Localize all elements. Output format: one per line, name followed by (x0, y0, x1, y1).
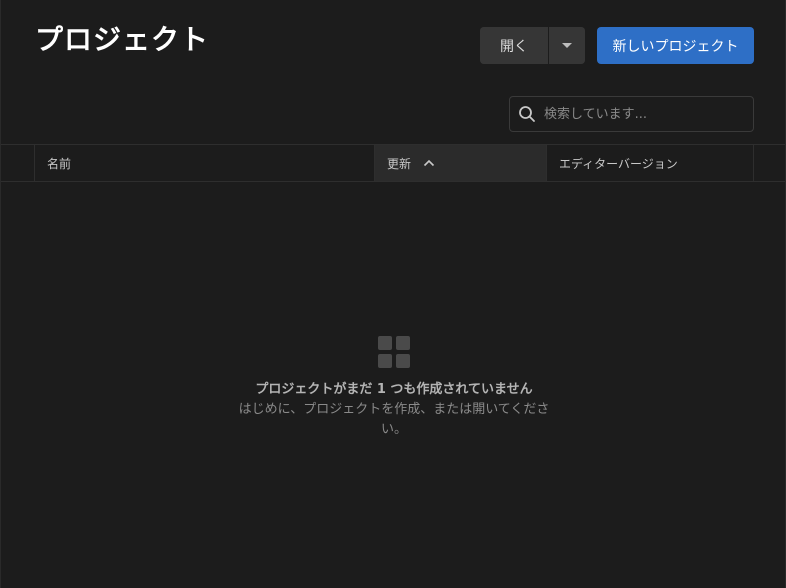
column-header-select[interactable] (1, 145, 35, 181)
column-header-updated[interactable]: 更新 (375, 145, 546, 181)
open-button-group: 開く (480, 27, 585, 64)
search-icon (510, 97, 544, 131)
open-button[interactable]: 開く (480, 27, 548, 64)
search-box[interactable] (509, 96, 754, 132)
open-dropdown-button[interactable] (549, 27, 585, 64)
grid-icon (378, 336, 410, 368)
column-label-updated: 更新 (387, 156, 412, 171)
empty-state: プロジェクトがまだ 1 つも作成されていません はじめに、プロジェクトを作成、ま… (1, 336, 786, 440)
projects-window: プロジェクト 開く 新しいプロジェクト 名前 更新 (0, 0, 786, 588)
column-label-editor-version: エディターバージョン (559, 156, 678, 171)
sort-ascending-icon (423, 159, 435, 167)
column-label-name: 名前 (47, 156, 72, 171)
new-project-button[interactable]: 新しいプロジェクト (597, 27, 754, 64)
empty-state-title: プロジェクトがまだ 1 つも作成されていません (255, 382, 533, 397)
column-header-extra (754, 145, 785, 181)
column-header-editor-version[interactable]: エディターバージョン (546, 145, 754, 181)
table-header: 名前 更新 エディターバージョン (1, 144, 785, 182)
chevron-down-icon (562, 43, 572, 48)
search-input[interactable] (544, 97, 753, 131)
page-title: プロジェクト (35, 23, 210, 56)
column-header-name[interactable]: 名前 (35, 145, 375, 181)
empty-state-description: はじめに、プロジェクトを作成、または開いてください。 (238, 402, 550, 437)
